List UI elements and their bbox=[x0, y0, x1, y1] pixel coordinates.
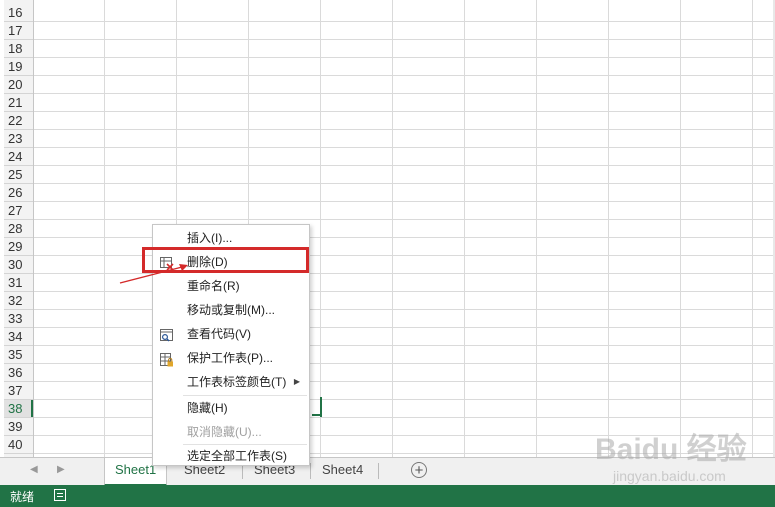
row-header-17[interactable]: 17 bbox=[4, 22, 33, 40]
grid-column-line bbox=[392, 0, 393, 457]
menu-item-protect-sheet[interactable]: 保护工作表(P)... bbox=[153, 346, 309, 370]
grid-column-line bbox=[680, 0, 681, 457]
row-header-19[interactable]: 19 bbox=[4, 58, 33, 76]
grid-row-line bbox=[34, 345, 775, 346]
tab-sheet4[interactable]: Sheet4 bbox=[312, 458, 373, 484]
row-header-30[interactable]: 30 bbox=[4, 256, 33, 274]
row-header-24[interactable]: 24 bbox=[4, 148, 33, 166]
grid-row-line bbox=[34, 399, 775, 400]
row-header-22[interactable]: 22 bbox=[4, 112, 33, 130]
grid-row-line bbox=[34, 381, 775, 382]
grid-row-line bbox=[34, 75, 775, 76]
row-header-38[interactable]: 38 bbox=[4, 400, 33, 418]
row-header-31[interactable]: 31 bbox=[4, 274, 33, 292]
row-header-28[interactable]: 28 bbox=[4, 220, 33, 238]
menu-item-tab-color[interactable]: 工作表标签颜色(T) ▶ bbox=[153, 370, 309, 394]
macro-record-icon[interactable] bbox=[54, 489, 66, 501]
grid-column-line bbox=[464, 0, 465, 457]
selected-cell-bottom-border bbox=[312, 414, 322, 417]
grid-column-line bbox=[752, 0, 753, 457]
row-header-35[interactable]: 35 bbox=[4, 346, 33, 364]
grid-row-line bbox=[34, 183, 775, 184]
menu-item-label: 工作表标签颜色(T) bbox=[187, 375, 287, 389]
menu-item-select-all-sheets[interactable]: 选定全部工作表(S) bbox=[153, 444, 309, 468]
tab-divider bbox=[310, 463, 311, 479]
row-header-18[interactable]: 18 bbox=[4, 40, 33, 58]
row-header-40[interactable]: 40 bbox=[4, 436, 33, 454]
menu-item-label: 查看代码(V) bbox=[187, 327, 251, 341]
row-header-20[interactable]: 20 bbox=[4, 76, 33, 94]
menu-item-label: 选定全部工作表(S) bbox=[187, 449, 287, 463]
grid-row-line bbox=[34, 417, 775, 418]
scroll-right-icon[interactable]: ▶ bbox=[57, 464, 65, 475]
scroll-left-icon[interactable]: ◀ bbox=[30, 464, 38, 475]
row-header-23[interactable]: 23 bbox=[4, 130, 33, 148]
row-header-25[interactable]: 25 bbox=[4, 166, 33, 184]
view-code-icon bbox=[160, 327, 174, 342]
row-header-34[interactable]: 34 bbox=[4, 328, 33, 346]
grid-row-line bbox=[34, 165, 775, 166]
cell-area[interactable] bbox=[34, 0, 775, 457]
grid-row-line bbox=[34, 111, 775, 112]
annotation-arrow-icon bbox=[119, 264, 188, 284]
menu-item-move-copy[interactable]: 移动或复制(M)... bbox=[153, 298, 309, 322]
grid-row-line bbox=[34, 147, 775, 148]
grid-column-line bbox=[536, 0, 537, 457]
grid-row-line bbox=[34, 129, 775, 130]
worksheet-grid[interactable]: 16 17 18 19 20 21 22 23 24 25 26 27 28 29 30 31 32 33 34 35… bbox=[0, 0, 775, 457]
row-header-16[interactable]: 16 bbox=[4, 4, 33, 22]
grid-row-line bbox=[34, 363, 775, 364]
menu-item-hide[interactable]: 隐藏(H) bbox=[153, 396, 309, 420]
row-header-33[interactable]: 33 bbox=[4, 310, 33, 328]
watermark-logo: Baidu 经验 bbox=[595, 433, 747, 466]
baidu-watermark: Baidu 经验 jingyan.baidu.com bbox=[595, 424, 775, 490]
grid-row-line bbox=[34, 291, 775, 292]
tab-divider bbox=[378, 463, 379, 479]
row-header-27[interactable]: 27 bbox=[4, 202, 33, 220]
row-header-21[interactable]: 21 bbox=[4, 94, 33, 112]
menu-item-view-code[interactable]: 查看代码(V) bbox=[153, 322, 309, 346]
menu-item-label: 移动或复制(M)... bbox=[187, 303, 275, 317]
grid-row-line bbox=[34, 201, 775, 202]
grid-column-line bbox=[320, 0, 321, 457]
row-header-32[interactable]: 32 bbox=[4, 292, 33, 310]
grid-column-line bbox=[608, 0, 609, 457]
row-header-37[interactable]: 37 bbox=[4, 382, 33, 400]
add-sheet-icon[interactable]: + bbox=[411, 462, 427, 478]
watermark-url: jingyan.baidu.com bbox=[613, 468, 726, 484]
status-text: 就绪 bbox=[10, 490, 35, 504]
row-divider bbox=[4, 453, 33, 454]
protect-sheet-icon bbox=[160, 351, 174, 367]
row-header-36[interactable]: 36 bbox=[4, 364, 33, 382]
row-header-26[interactable]: 26 bbox=[4, 184, 33, 202]
grid-row-line bbox=[34, 39, 775, 40]
grid-row-line bbox=[34, 327, 775, 328]
grid-column-line bbox=[104, 0, 105, 457]
grid-row-line bbox=[34, 21, 775, 22]
grid-row-line bbox=[34, 57, 775, 58]
row-header-29[interactable]: 29 bbox=[4, 238, 33, 256]
menu-item-label: 隐藏(H) bbox=[187, 401, 228, 415]
submenu-arrow-icon: ▶ bbox=[293, 377, 300, 386]
grid-row-line bbox=[34, 309, 775, 310]
grid-row-line bbox=[34, 219, 775, 220]
menu-item-label: 保护工作表(P)... bbox=[187, 351, 273, 365]
grid-row-line bbox=[34, 93, 775, 94]
grid-row-line bbox=[34, 237, 775, 238]
menu-item-label: 取消隐藏(U)... bbox=[187, 425, 262, 439]
row-header: 16 17 18 19 20 21 22 23 24 25 26 27 28 29 30 31 32 33 34 35… bbox=[4, 0, 34, 457]
menu-item-unhide: 取消隐藏(U)... bbox=[153, 420, 309, 444]
row-header-39[interactable]: 39 bbox=[4, 418, 33, 436]
